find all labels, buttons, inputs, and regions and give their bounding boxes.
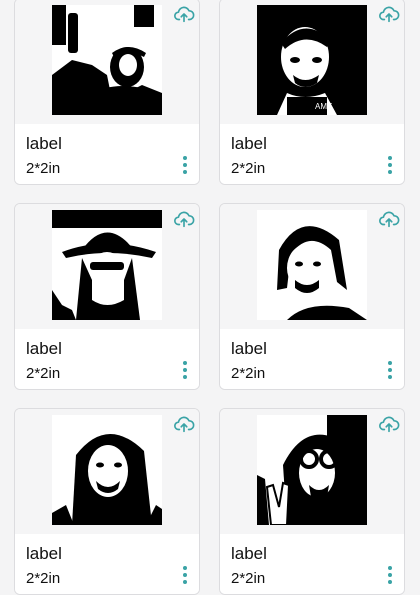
photo-thumbnail[interactable] bbox=[257, 415, 367, 525]
photo-image bbox=[52, 415, 162, 525]
more-vertical-icon[interactable] bbox=[179, 361, 191, 381]
cloud-upload-icon[interactable] bbox=[378, 208, 400, 230]
photo-image: AME bbox=[257, 5, 367, 115]
photo-area bbox=[15, 409, 199, 534]
cloud-upload-icon[interactable] bbox=[173, 413, 195, 435]
photo-thumbnail[interactable] bbox=[257, 210, 367, 320]
cloud-upload-icon[interactable] bbox=[378, 413, 400, 435]
photo-card[interactable]: label 2*2in bbox=[219, 203, 405, 390]
photo-thumbnail[interactable] bbox=[52, 5, 162, 115]
card-size: 2*2in bbox=[26, 365, 61, 382]
photo-area bbox=[220, 204, 404, 329]
photo-image bbox=[52, 5, 162, 115]
card-info: label 2*2in bbox=[15, 534, 199, 594]
more-vertical-icon[interactable] bbox=[384, 361, 396, 381]
photo-card[interactable]: label 2*2in bbox=[14, 0, 200, 185]
card-label: label bbox=[26, 339, 62, 358]
more-vertical-icon[interactable] bbox=[384, 566, 396, 586]
cloud-upload-icon[interactable] bbox=[173, 3, 195, 25]
photo-thumbnail[interactable]: AME bbox=[257, 5, 367, 115]
photo-area bbox=[15, 204, 199, 329]
card-label: label bbox=[231, 544, 267, 563]
card-size: 2*2in bbox=[26, 160, 61, 177]
card-label: label bbox=[231, 134, 267, 153]
card-info: label 2*2in bbox=[15, 329, 199, 389]
card-size: 2*2in bbox=[231, 365, 266, 382]
photo-area bbox=[220, 409, 404, 534]
more-vertical-icon[interactable] bbox=[384, 156, 396, 176]
card-info: label 2*2in bbox=[220, 124, 404, 184]
card-label: label bbox=[26, 544, 62, 563]
photo-thumbnail[interactable] bbox=[52, 415, 162, 525]
photo-card[interactable]: label 2*2in bbox=[14, 203, 200, 390]
cloud-upload-icon[interactable] bbox=[173, 208, 195, 230]
photo-card[interactable]: label 2*2in bbox=[14, 408, 200, 595]
card-info: label 2*2in bbox=[220, 329, 404, 389]
card-size: 2*2in bbox=[231, 570, 266, 587]
svg-text:AME: AME bbox=[315, 102, 332, 111]
card-info: label 2*2in bbox=[220, 534, 404, 594]
card-label: label bbox=[26, 134, 62, 153]
photo-area bbox=[15, 0, 199, 124]
more-vertical-icon[interactable] bbox=[179, 156, 191, 176]
photo-grid: label 2*2in AME label 2*2in label 2*2in … bbox=[0, 0, 420, 595]
more-vertical-icon[interactable] bbox=[179, 566, 191, 586]
cloud-upload-icon[interactable] bbox=[378, 3, 400, 25]
card-label: label bbox=[231, 339, 267, 358]
photo-card[interactable]: AME label 2*2in bbox=[219, 0, 405, 185]
photo-area: AME bbox=[220, 0, 404, 124]
photo-card[interactable]: label 2*2in bbox=[219, 408, 405, 595]
card-size: 2*2in bbox=[231, 160, 266, 177]
photo-image bbox=[257, 415, 367, 525]
card-size: 2*2in bbox=[26, 570, 61, 587]
photo-thumbnail[interactable] bbox=[52, 210, 162, 320]
photo-image bbox=[257, 210, 367, 320]
card-info: label 2*2in bbox=[15, 124, 199, 184]
photo-image bbox=[52, 210, 162, 320]
